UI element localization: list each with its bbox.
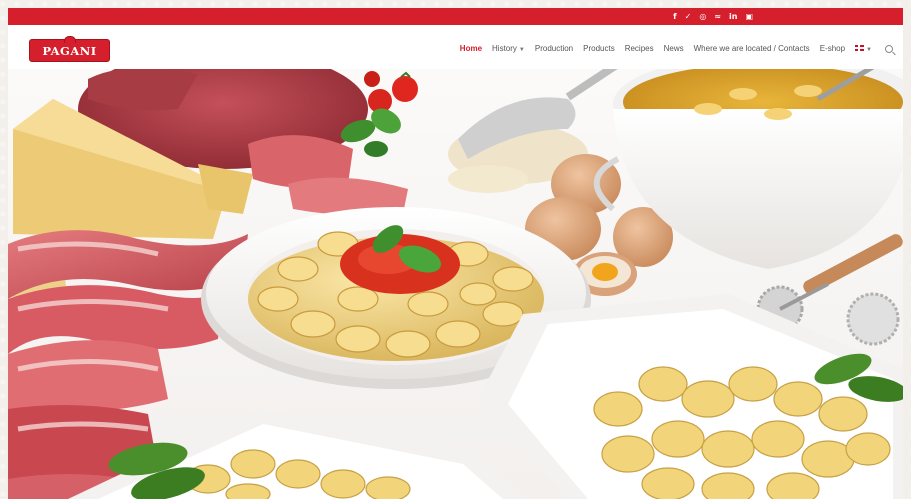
main-nav: Home History ▼ Production Products Recipe… [455,41,899,57]
logo-text: PAGANI [42,43,97,58]
food-spread-photo [8,69,903,499]
nav-home[interactable]: Home [460,41,482,57]
top-bar: f ✓ ◎ ≈ in ▣ [8,8,903,25]
linkedin-icon[interactable]: in [729,8,737,25]
instagram-icon[interactable]: ◎ [699,8,706,25]
site-header: PAGANI Home History ▼ Production Products… [8,25,903,69]
social-links: f ✓ ◎ ≈ in ▣ [673,8,753,25]
search-icon[interactable] [885,45,893,53]
nav-recipes[interactable]: Recipes [625,41,654,57]
nav-products[interactable]: Products [583,41,615,57]
nav-where-contacts[interactable]: Where we are located / Contacts [694,41,810,57]
twitter-icon[interactable]: ✓ [685,8,692,25]
nav-production[interactable]: Production [535,41,573,57]
facebook-icon[interactable]: f [673,8,676,25]
language-selector[interactable]: ▼ [855,41,872,58]
youtube-icon[interactable]: ▣ [745,8,753,25]
website: f ✓ ◎ ≈ in ▣ PAGANI Home History ▼ Produc… [8,8,903,499]
pagani-logo[interactable]: PAGANI [29,36,110,62]
nav-eshop[interactable]: E-shop [820,41,845,57]
chevron-down-icon: ▼ [518,46,525,53]
uk-flag-icon [855,45,865,52]
rss-icon[interactable]: ≈ [714,8,721,25]
nav-history-label: History [492,43,517,53]
nav-news[interactable]: News [664,41,684,57]
hero-image [8,69,903,499]
nav-history[interactable]: History ▼ [492,41,525,58]
chevron-down-icon: ▼ [866,46,872,53]
logo-crown-icon [64,36,76,43]
